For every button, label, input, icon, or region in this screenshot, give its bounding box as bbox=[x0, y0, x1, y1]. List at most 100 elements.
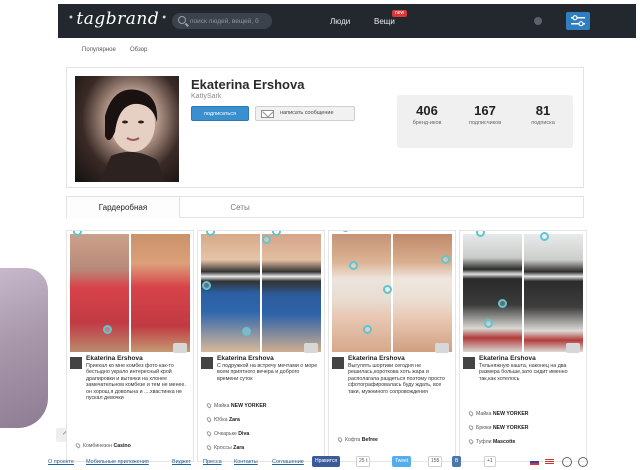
author-name[interactable]: Ekaterina Ershova bbox=[217, 355, 274, 362]
profile-stats: 406 бренд-иков 167 подписчиков 81 подпис… bbox=[397, 95, 573, 148]
look-description: С подружкой на встречу мечтами о море вс… bbox=[217, 363, 318, 382]
tag-pin-icon[interactable] bbox=[262, 235, 271, 244]
author-name[interactable]: Ekaterina Ershova bbox=[348, 355, 405, 362]
look-item[interactable]: Кофта Befree bbox=[336, 436, 378, 443]
avatar bbox=[75, 76, 179, 182]
tag-pin-icon[interactable] bbox=[103, 325, 112, 334]
stat-followers[interactable]: 167 подписчиков bbox=[461, 103, 509, 126]
stat-value: 81 bbox=[535, 103, 551, 118]
tab-wardrobe[interactable]: Гардеробная bbox=[67, 197, 180, 218]
profile-name: Ekaterina Ershova bbox=[191, 77, 305, 92]
tag-pin-icon[interactable] bbox=[363, 325, 372, 334]
settings-icon bbox=[571, 15, 585, 27]
footer-link-widget[interactable]: Виджет bbox=[172, 459, 191, 465]
author-name[interactable]: Ekaterina Ershova bbox=[479, 355, 536, 362]
nav-things[interactable]: Вещи bbox=[374, 17, 395, 26]
like-icon[interactable] bbox=[173, 343, 187, 353]
look-photo[interactable] bbox=[201, 234, 260, 352]
logo[interactable]: • tagbrand • bbox=[66, 9, 170, 29]
vk-share-button[interactable]: В bbox=[452, 456, 462, 467]
settings-button[interactable] bbox=[566, 12, 590, 30]
author-avatar bbox=[201, 357, 213, 369]
tag-pin-icon[interactable] bbox=[202, 281, 211, 290]
look-photo[interactable] bbox=[393, 234, 452, 352]
profile-nickname: KattySark bbox=[191, 93, 222, 100]
look-card[interactable]: Ekaterina Ershova Выгулять шортики сегод… bbox=[328, 230, 456, 462]
location-pin-icon bbox=[467, 438, 475, 445]
look-description: Выгулять шортики сегодня не решилась,кор… bbox=[348, 363, 445, 395]
look-card[interactable]: Ekaterina Ershova Приехал ко мне комбез … bbox=[66, 230, 194, 462]
round-icon[interactable] bbox=[578, 457, 588, 467]
author-avatar bbox=[463, 357, 475, 369]
look-photo[interactable] bbox=[131, 234, 190, 352]
look-photo[interactable] bbox=[463, 234, 522, 352]
message-button-label: написать сообщение bbox=[280, 110, 334, 116]
stat-brands[interactable]: 406 бренд-иков bbox=[403, 103, 451, 126]
footer-link-about[interactable]: О проекте bbox=[48, 459, 74, 465]
tweet-button[interactable]: Tweet bbox=[392, 456, 412, 467]
like-icon[interactable] bbox=[435, 343, 449, 353]
stat-following[interactable]: 81 подписка bbox=[519, 103, 567, 126]
location-pin-icon bbox=[74, 442, 82, 449]
look-card[interactable]: Ekaterina Ershova С подружкой на встречу… bbox=[197, 230, 325, 462]
look-item[interactable]: Брюки NEW YORKER bbox=[467, 424, 528, 431]
tag-pin-icon[interactable] bbox=[242, 327, 251, 336]
user-icon[interactable] bbox=[534, 17, 542, 25]
subscribe-button[interactable]: подписаться bbox=[191, 106, 249, 121]
look-item[interactable]: Юбка Zara bbox=[205, 416, 240, 423]
look-card[interactable]: Ekaterina Ershova Тельняжную кашта, нако… bbox=[459, 230, 587, 462]
location-pin-icon bbox=[467, 424, 475, 431]
stat-label: подписка bbox=[531, 120, 555, 126]
footer-link-apps[interactable]: Мобильные приложения bbox=[86, 459, 149, 465]
tag-pin-icon[interactable] bbox=[383, 285, 392, 294]
like-icon[interactable] bbox=[566, 343, 580, 353]
round-icon[interactable] bbox=[562, 457, 572, 467]
message-button[interactable]: написать сообщение bbox=[255, 106, 355, 121]
profile-card: Ekaterina Ershova KattySark подписаться … bbox=[66, 67, 584, 188]
location-pin-icon bbox=[205, 444, 213, 451]
stat-label: подписчиков bbox=[468, 120, 502, 126]
look-description: Тельняжную кашта, наконец на два размера… bbox=[479, 363, 568, 382]
like-icon[interactable] bbox=[304, 343, 318, 353]
footer-link-contacts[interactable]: Контакты bbox=[234, 459, 258, 465]
decorative-garment bbox=[0, 268, 48, 428]
look-item[interactable]: Очкарьке Diva bbox=[205, 430, 249, 437]
look-photo[interactable] bbox=[70, 234, 129, 352]
look-item[interactable]: Комбинезон Casino bbox=[74, 442, 131, 449]
author-avatar bbox=[332, 357, 344, 369]
nav-people[interactable]: Люди bbox=[330, 17, 350, 26]
tag-pin-icon[interactable] bbox=[349, 261, 358, 270]
look-photo[interactable] bbox=[524, 234, 583, 352]
facebook-like-button[interactable]: Нравится bbox=[312, 456, 341, 467]
flag-us-icon[interactable] bbox=[545, 459, 554, 465]
look-item[interactable]: Кроссы Zara bbox=[205, 444, 244, 451]
look-description: Приехал ко мне комбез фото как-то бестыд… bbox=[86, 363, 186, 402]
subnav-popular[interactable]: Популярное bbox=[82, 47, 116, 53]
profile-tabs: Гардеробная Сеты bbox=[66, 196, 584, 218]
tag-pin-icon[interactable] bbox=[441, 255, 450, 264]
search-input[interactable] bbox=[190, 15, 268, 27]
subnav-overview[interactable]: Обзор bbox=[130, 47, 147, 53]
look-item[interactable]: Майка NEW YORKER bbox=[205, 402, 267, 409]
footer-link-press[interactable]: Пресса bbox=[203, 459, 222, 465]
tag-pin-icon[interactable] bbox=[498, 299, 507, 308]
look-photo[interactable] bbox=[332, 234, 391, 352]
look-item[interactable]: Туфли Mascotte bbox=[467, 438, 515, 445]
look-photo[interactable] bbox=[262, 234, 321, 352]
tag-pin-icon[interactable] bbox=[484, 319, 493, 328]
top-bar: •tagbrand• Люди Вещи new bbox=[58, 4, 636, 38]
tab-sets[interactable]: Сеты bbox=[180, 197, 300, 218]
tag-pin-icon[interactable] bbox=[341, 231, 350, 232]
search-box bbox=[172, 13, 272, 29]
mail-icon bbox=[261, 110, 274, 118]
look-item[interactable]: Майка NEW YORKER bbox=[467, 410, 529, 417]
author-name[interactable]: Ekaterina Ershova bbox=[86, 355, 143, 362]
flag-ru-icon[interactable] bbox=[530, 459, 539, 465]
footer-link-terms[interactable]: Соглашение bbox=[272, 459, 304, 465]
location-pin-icon bbox=[336, 436, 344, 443]
tag-pin-icon[interactable] bbox=[540, 232, 549, 241]
facebook-count: 25 t bbox=[356, 456, 371, 467]
location-pin-icon bbox=[205, 402, 213, 409]
location-pin-icon bbox=[467, 410, 475, 417]
location-pin-icon bbox=[205, 416, 213, 423]
